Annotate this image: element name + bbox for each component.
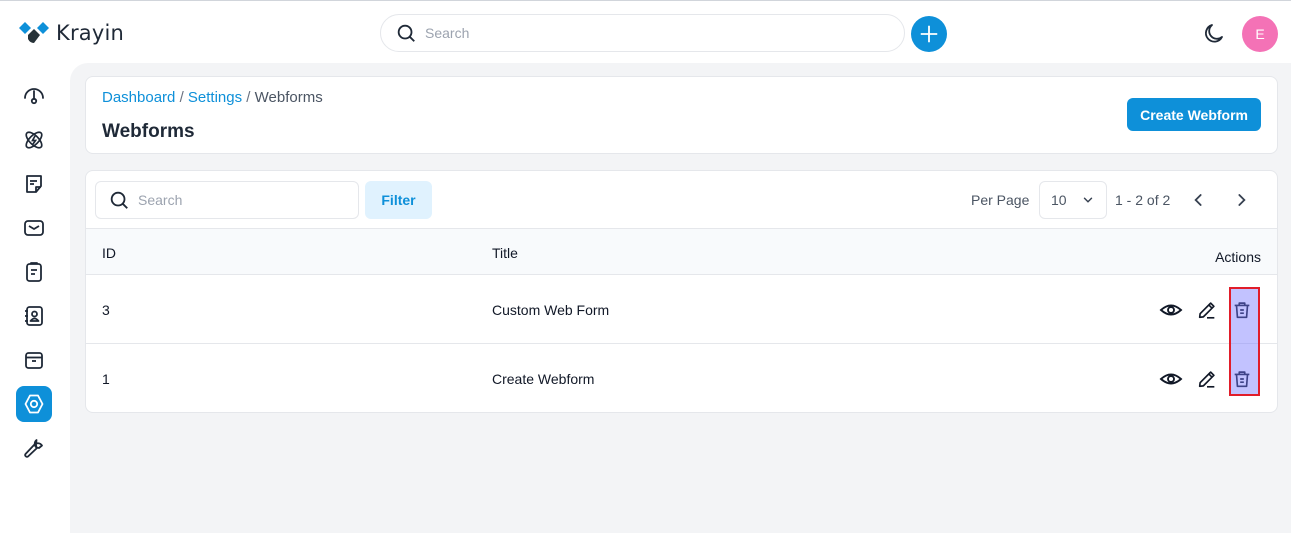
contact-book-icon (25, 306, 43, 326)
pencil-icon (1198, 371, 1215, 388)
pagination-range: 1 - 2 of 2 (1115, 192, 1171, 208)
pencil-icon (1198, 302, 1215, 319)
view-button[interactable] (1159, 298, 1183, 322)
breadcrumb-separator: / (179, 89, 184, 106)
edit-button[interactable] (1195, 367, 1219, 391)
app-name: Krayin (56, 21, 125, 45)
per-page-label: Per Page (971, 192, 1030, 208)
chevron-down-icon (1083, 197, 1092, 203)
sidebar-item-activities[interactable] (16, 254, 52, 290)
sidebar-item-settings[interactable] (16, 386, 52, 422)
breadcrumb-dashboard[interactable]: Dashboard (102, 89, 175, 106)
page-title: Webforms (102, 121, 195, 142)
previous-page-button[interactable] (1189, 190, 1209, 210)
sidebar-item-configuration[interactable] (16, 430, 52, 466)
top-header: Krayin E (0, 2, 1291, 63)
page-header: Dashboard / Settings / Webforms Webforms… (85, 76, 1278, 154)
sidebar-item-products[interactable] (16, 342, 52, 378)
cell-id: 3 (102, 302, 110, 318)
quick-create-button[interactable] (911, 16, 947, 52)
filter-button[interactable]: Filter (365, 181, 432, 219)
edit-button[interactable] (1195, 298, 1219, 322)
trash-icon (1234, 371, 1250, 388)
table-row: 3 Custom Web Form (86, 275, 1277, 344)
trash-icon (1234, 302, 1250, 319)
per-page-value: 10 (1051, 192, 1067, 208)
search-icon (110, 191, 128, 209)
table-row: 1 Create Webform (86, 344, 1277, 412)
breadcrumb-settings[interactable]: Settings (188, 89, 242, 106)
krayin-logo-icon (19, 22, 49, 43)
search-icon (397, 24, 415, 42)
column-header-id[interactable]: ID (102, 245, 116, 261)
table-search-input[interactable] (138, 192, 338, 208)
delete-button[interactable] (1230, 298, 1254, 322)
delete-button[interactable] (1230, 367, 1254, 391)
eye-icon (1159, 304, 1183, 316)
chevron-left-icon (1194, 194, 1202, 206)
sidebar-item-contacts[interactable] (16, 298, 52, 334)
create-webform-button[interactable]: Create Webform (1127, 98, 1261, 131)
breadcrumb: Dashboard / Settings / Webforms (102, 89, 323, 106)
cell-title: Create Webform (492, 371, 595, 387)
plus-icon (920, 25, 938, 43)
app-logo[interactable]: Krayin (18, 21, 124, 45)
sidebar-item-dashboard[interactable] (16, 78, 52, 114)
next-page-button[interactable] (1231, 190, 1251, 210)
sidebar-item-mail[interactable] (16, 210, 52, 246)
user-avatar[interactable]: E (1242, 16, 1278, 52)
column-header-title[interactable]: Title (492, 245, 518, 261)
gauge-icon (24, 88, 44, 105)
table-search-field[interactable] (95, 181, 359, 219)
wrench-icon (24, 439, 43, 458)
cell-id: 1 (102, 371, 110, 387)
archive-box-icon (25, 352, 43, 369)
mail-icon (24, 220, 44, 236)
sidebar-item-leads[interactable] (16, 122, 52, 158)
dark-mode-toggle[interactable] (1202, 22, 1226, 46)
global-search-field[interactable] (380, 14, 905, 52)
per-page-select[interactable]: 10 (1039, 181, 1107, 219)
breadcrumb-separator: / (246, 89, 251, 106)
view-button[interactable] (1159, 367, 1183, 391)
settings-hexagon-icon (24, 394, 44, 414)
main-content: Dashboard / Settings / Webforms Webforms… (70, 63, 1291, 533)
breadcrumb-webforms: Webforms (254, 89, 323, 106)
column-header-actions: Actions (1215, 249, 1261, 265)
sidebar (0, 63, 70, 533)
eye-icon (1159, 373, 1183, 385)
note-icon (26, 175, 42, 193)
webforms-datagrid: Filter Per Page 10 1 - 2 of 2 ID Title A… (85, 170, 1278, 413)
clipboard-icon (26, 262, 42, 282)
sidebar-item-quotes[interactable] (16, 166, 52, 202)
cell-title: Custom Web Form (492, 302, 610, 318)
chevron-right-icon (1238, 194, 1246, 206)
atom-bolt-icon (25, 131, 43, 149)
global-search-input[interactable] (425, 25, 865, 41)
moon-icon (1205, 24, 1223, 43)
table-header: ID Title Actions (86, 228, 1277, 275)
